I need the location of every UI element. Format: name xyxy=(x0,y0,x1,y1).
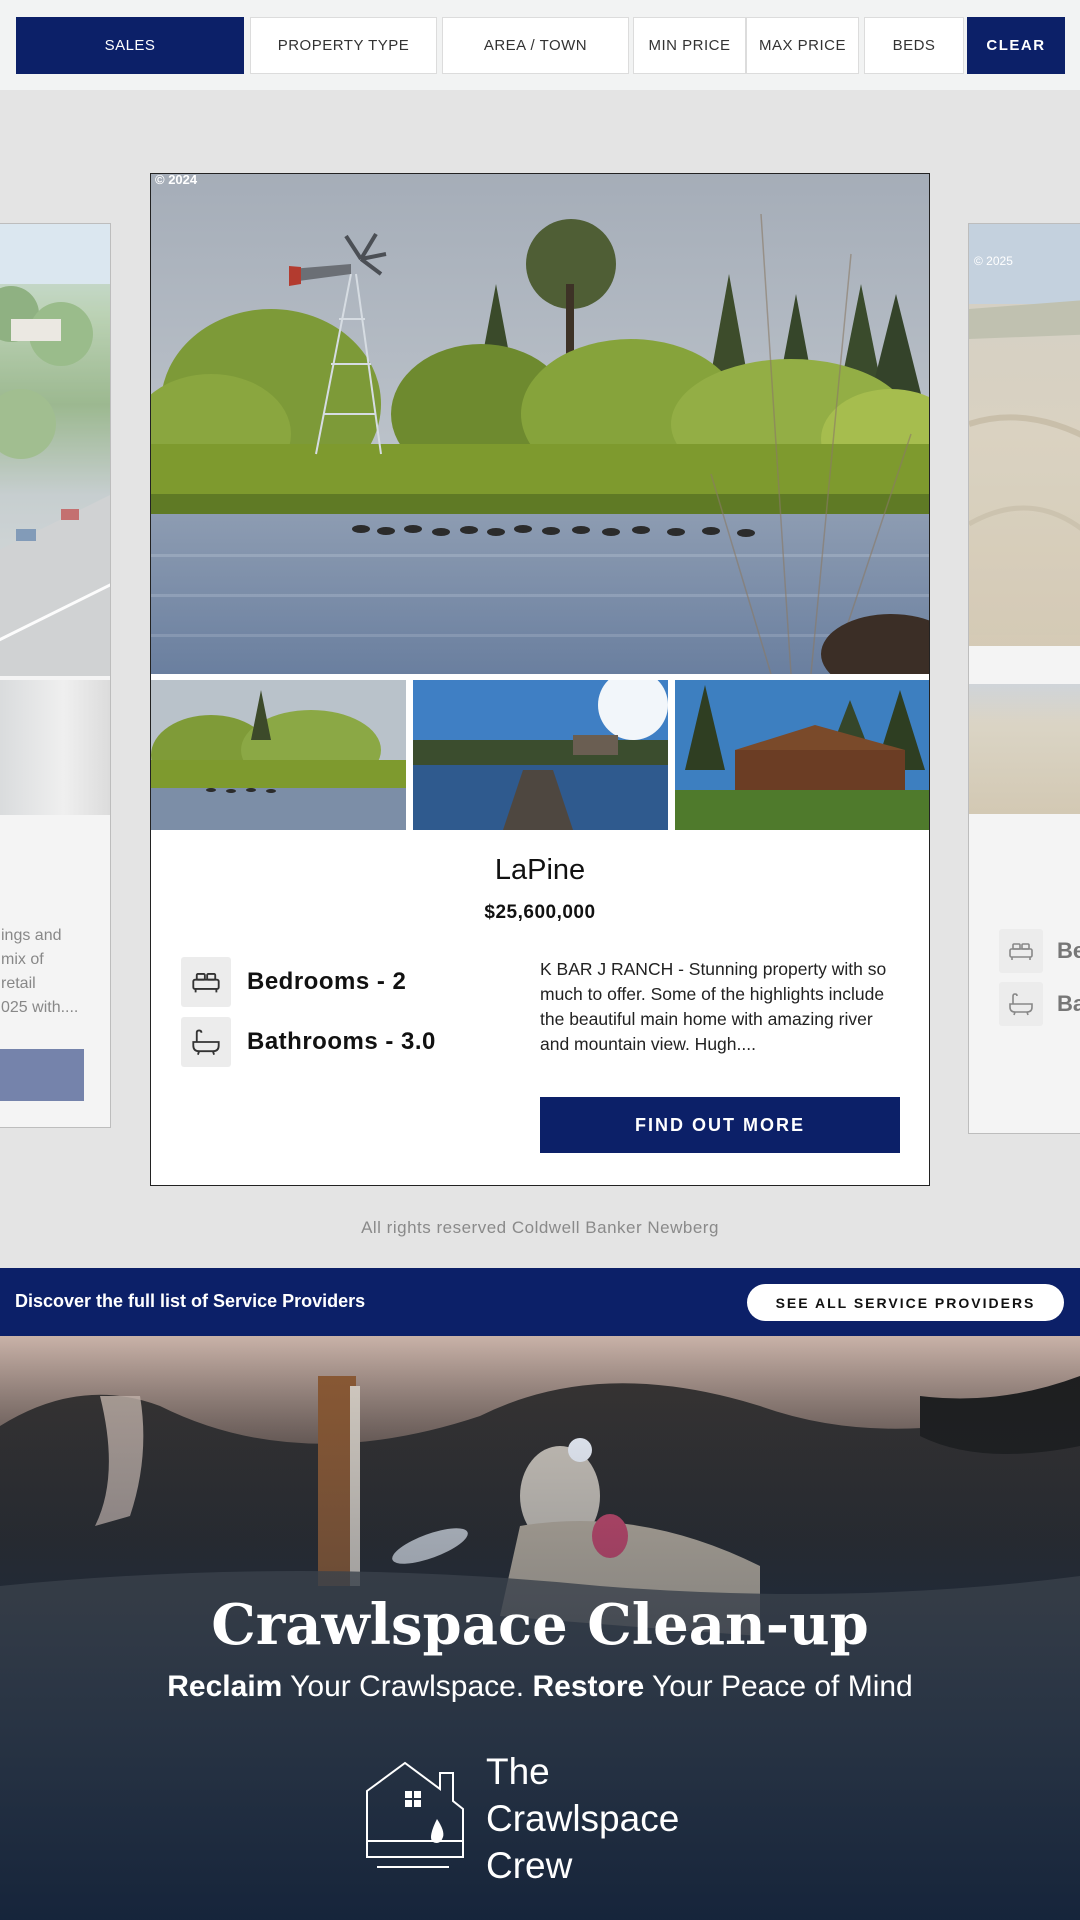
bathrooms-feature: Ba xyxy=(999,982,1080,1026)
filter-beds-button[interactable]: BEDS xyxy=(864,17,964,74)
bathtub-icon xyxy=(181,1017,231,1067)
listing-photo xyxy=(969,224,1080,646)
filter-sales-button[interactable]: SALES xyxy=(16,17,244,74)
ad-subtitle: Reclaim Your Crawlspace. Restore Your Pe… xyxy=(167,1670,913,1703)
ad-logo-wordmark: The Crawlspace Crew xyxy=(486,1751,680,1886)
listing-description: ings and mix of retail 025 with.... xyxy=(1,927,79,1016)
filter-bar: SALES PROPERTY TYPE AREA / TOWN MIN PRIC… xyxy=(0,0,1080,90)
find-out-more-button[interactable]: FIND OUT MORE xyxy=(540,1097,900,1153)
filter-min-price-button[interactable]: MIN PRICE xyxy=(633,17,746,74)
bedrooms-feature: Be xyxy=(999,929,1080,973)
bathrooms-feature: Bathrooms - 3.0 xyxy=(181,1017,436,1067)
listing-main-photo[interactable]: © 2024 xyxy=(151,174,929,674)
listing-thumbnail[interactable] xyxy=(151,680,406,830)
copyright-notice: All rights reserved Coldwell Banker Newb… xyxy=(361,1218,719,1237)
listing-card[interactable]: © 2024 LaPine $25,600,000 Bedrooms - 2 B… xyxy=(150,173,930,1186)
bedrooms-label: Be xyxy=(1057,938,1080,963)
listing-card-next[interactable]: © 2025 Be Ba xyxy=(968,223,1080,1134)
service-providers-text: Discover the full list of Service Provid… xyxy=(15,1291,366,1311)
listing-city: LaPine xyxy=(494,854,586,886)
filter-clear-button[interactable]: CLEAR xyxy=(967,17,1065,74)
listing-description: K BAR J RANCH - Stunning property with s… xyxy=(540,959,887,1054)
listing-price: $25,600,000 xyxy=(484,902,596,923)
photo-copyright: © 2024 xyxy=(155,174,198,187)
see-all-service-providers-button[interactable]: SEE ALL SERVICE PROVIDERS xyxy=(747,1284,1064,1321)
bed-icon xyxy=(181,957,231,1007)
bathtub-icon xyxy=(999,982,1043,1026)
listing-thumbnail[interactable] xyxy=(413,680,668,830)
listing-thumbnail[interactable] xyxy=(969,684,1080,814)
thumbnail-strip xyxy=(151,680,929,830)
house-logo-icon xyxy=(366,1761,464,1868)
bedrooms-label: Bedrooms - 2 xyxy=(247,968,407,995)
listing-card-previous[interactable]: ings and mix of retail 025 with.... xyxy=(0,223,111,1128)
filter-property-type-button[interactable]: PROPERTY TYPE xyxy=(250,17,437,74)
filter-area-town-button[interactable]: AREA / TOWN xyxy=(442,17,629,74)
listing-photo xyxy=(0,224,110,676)
find-out-more-button[interactable] xyxy=(0,1049,84,1101)
crawlspace-ad[interactable]: Crawlspace Clean-up Reclaim Your Crawlsp… xyxy=(0,1336,1080,1920)
bedrooms-feature: Bedrooms - 2 xyxy=(181,957,406,1007)
ad-title: Crawlspace Clean-up xyxy=(211,1592,869,1658)
filter-max-price-button[interactable]: MAX PRICE xyxy=(746,17,859,74)
bathrooms-label: Ba xyxy=(1057,991,1080,1016)
listing-thumbnail[interactable] xyxy=(0,680,110,815)
photo-copyright: © 2025 xyxy=(974,254,1013,268)
bed-icon xyxy=(999,929,1043,973)
listing-thumbnail[interactable] xyxy=(675,680,929,830)
bathrooms-label: Bathrooms - 3.0 xyxy=(247,1028,436,1055)
service-providers-banner: Discover the full list of Service Provid… xyxy=(0,1268,1080,1336)
